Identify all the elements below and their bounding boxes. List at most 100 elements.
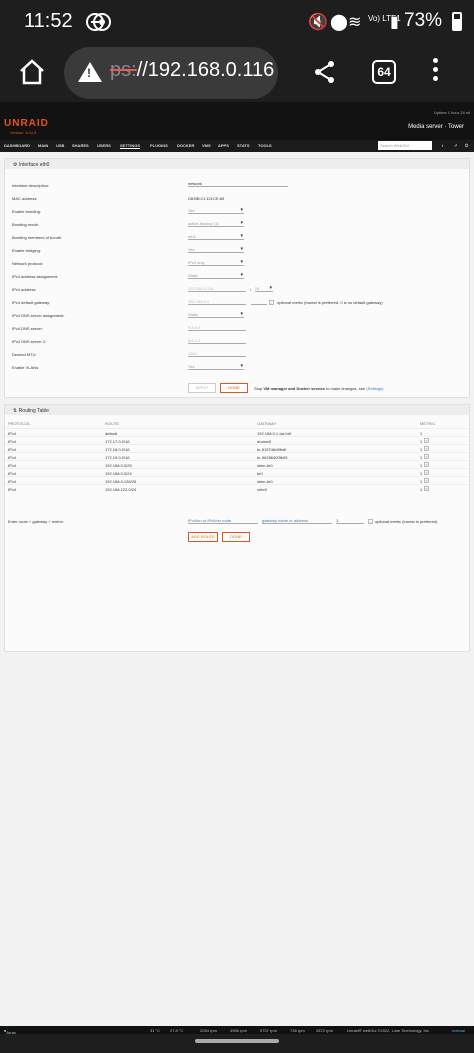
- bonding-select[interactable]: Yes: [188, 207, 244, 214]
- log-icon[interactable]: ↗: [454, 143, 457, 148]
- url-text[interactable]: ps://192.168.0.116: [110, 59, 274, 82]
- add-route-button[interactable]: ADD ROUTE: [188, 532, 218, 542]
- unraid-footer: ■ Array Started 31 °C 27.8 °C 2054 rpm 4…: [0, 1026, 474, 1040]
- label-description: Interface description:: [12, 183, 50, 188]
- clock: 11:52: [24, 10, 73, 32]
- stop-services-note: Stop VM manager and Docker service to ma…: [254, 386, 384, 391]
- table-row: IPv4 172.18.0.0/16 br-515746d9fe6f 1 ✕: [5, 444, 469, 452]
- nav-vms[interactable]: VMS: [202, 143, 211, 148]
- fan-2: 4956 rpm: [230, 1028, 247, 1033]
- row-gateway: virbr0: [257, 487, 268, 492]
- label-dns-assignment: IPv4 DNS server assignment:: [12, 313, 65, 318]
- gateway-metric-input[interactable]: [251, 299, 267, 305]
- fan-5: 2872 rpm: [316, 1028, 333, 1033]
- share-icon[interactable]: [314, 60, 336, 84]
- vlans-select[interactable]: Yes: [188, 363, 244, 370]
- bonding-mode-select[interactable]: active-backup (1): [188, 220, 244, 227]
- server-name: Media server · Tower: [408, 124, 464, 130]
- apply-button[interactable]: APPLY: [188, 383, 216, 393]
- dns-server-2-input[interactable]: 8.8.4.4: [188, 338, 246, 344]
- row-metric: 1: [420, 487, 423, 492]
- table-row: IPv4 192.168.122.0/24 virbr0 1 ✕: [5, 484, 469, 492]
- prefix-select[interactable]: 24: [255, 285, 273, 292]
- power-icon[interactable]: ⏻: [465, 143, 468, 148]
- table-row: IPv4 default 192.168.0.1 via br0 1: [5, 428, 469, 436]
- routing-done-button[interactable]: DONE: [222, 532, 250, 542]
- col-gateway: GATEWAY: [257, 421, 277, 426]
- home-icon[interactable]: [18, 58, 46, 86]
- delete-route-icon[interactable]: ✕: [424, 470, 429, 475]
- info-icon: i: [368, 519, 373, 524]
- nav-settings[interactable]: SETTINGS: [120, 143, 141, 149]
- table-row: IPv4 172.17.0.0/16 docker0 1 ✕: [5, 436, 469, 444]
- routing-title: ⇅ Routing Table: [5, 405, 469, 415]
- table-row: IPv4 192.168.0.0/25 shim-br0 1 ✕: [5, 460, 469, 468]
- label-gateway: IPv4 default gateway:: [12, 300, 51, 305]
- delete-route-icon[interactable]: ✕: [424, 462, 429, 467]
- location-icon: ⬤: [330, 14, 348, 31]
- description-input[interactable]: network: [188, 181, 288, 187]
- label-mac: MAC address:: [12, 196, 38, 201]
- overflow-menu-icon[interactable]: [433, 58, 441, 85]
- settings-link[interactable]: (Settings): [366, 386, 383, 391]
- label-dns-server: IPv4 DNS server:: [12, 326, 43, 331]
- ipv4-address-input[interactable]: 192.168.0.116: [188, 286, 246, 292]
- tab-switcher-button[interactable]: 64: [372, 60, 396, 84]
- web-page: UNRAID Version: 6.11.5 Uptime 1 hour 24 …: [0, 102, 474, 1026]
- label-bonding-mode: Bonding mode:: [12, 222, 39, 227]
- route-metric-input[interactable]: 1: [336, 518, 364, 524]
- mtu-input[interactable]: 1500: [188, 351, 246, 357]
- dns-assignment-select[interactable]: Static: [188, 311, 244, 318]
- temp-cpu: 31 °C: [150, 1028, 161, 1033]
- protocol-select[interactable]: IPv4 only: [188, 259, 244, 266]
- delete-route-icon[interactable]: ✕: [424, 478, 429, 483]
- delete-route-icon[interactable]: ✕: [424, 454, 429, 459]
- gateway-input[interactable]: 192.168.0.1: [188, 299, 246, 305]
- label-bonding: Enable bonding:: [12, 209, 41, 214]
- label-bonding-members: Bonding members of bond0:: [12, 235, 63, 240]
- nav-dashboard[interactable]: DASHBOARD: [4, 143, 30, 148]
- browser-toolbar: ! ps://192.168.0.116 64: [0, 44, 474, 102]
- battery-level: 73%: [404, 10, 443, 31]
- row-route: 192.168.122.0/24: [105, 487, 137, 492]
- route-input[interactable]: IPv4/nn or IPv6/nn route: [188, 518, 258, 524]
- delete-route-icon[interactable]: ✕: [424, 438, 429, 443]
- label-ipv4-address: IPv4 address:: [12, 287, 37, 292]
- delete-route-icon[interactable]: ✕: [424, 486, 429, 491]
- nav-shares[interactable]: SHARES: [72, 143, 89, 148]
- signal-icon: ▮: [390, 14, 399, 31]
- col-metric: METRIC: [420, 421, 436, 426]
- info-icon: i: [269, 300, 274, 305]
- gesture-bar: [0, 1034, 474, 1053]
- nav-usb[interactable]: USB: [56, 143, 64, 148]
- enter-route-label: Enter route + gateway + metric:: [8, 519, 64, 524]
- uptime-label: Uptime 1 hour 24 mi: [433, 110, 470, 115]
- bonding-members-select[interactable]: eth0: [188, 233, 244, 240]
- manual-link[interactable]: manual: [452, 1028, 465, 1033]
- interface-title: ⚙ Interface eth0: [5, 159, 469, 169]
- nav-users[interactable]: USERS: [97, 143, 111, 148]
- nav-docker[interactable]: DOCKER: [177, 143, 194, 148]
- label-ipv4-assignment: IPv4 address assignment:: [12, 274, 59, 279]
- nav-stats[interactable]: STATS: [237, 143, 250, 148]
- delete-route-icon[interactable]: ✕: [424, 446, 429, 451]
- label-dns-server-2: IPv4 DNS server 2:: [12, 339, 47, 344]
- webgui-search-input[interactable]: Search WebGUI: [378, 141, 432, 150]
- temp-mb: 27.8 °C: [170, 1028, 184, 1033]
- nav-apps[interactable]: APPS: [218, 143, 229, 148]
- nav-tools[interactable]: TOOLS: [258, 143, 272, 148]
- dns-server-input[interactable]: 9.9.9.9: [188, 325, 246, 331]
- unraid-logo[interactable]: UNRAID: [4, 118, 49, 129]
- nav-plugins[interactable]: PLUGINS: [150, 143, 168, 148]
- wifi-icon: ≋: [348, 14, 362, 31]
- fan-1: 2054 rpm: [200, 1028, 217, 1033]
- battery-icon: [452, 12, 462, 31]
- slash-label: /: [250, 287, 252, 292]
- info-icon[interactable]: i: [442, 143, 443, 148]
- nav-main[interactable]: MAIN: [38, 143, 48, 148]
- gesture-handle[interactable]: [195, 1039, 279, 1043]
- done-button[interactable]: DONE: [220, 383, 248, 393]
- ipv4-assignment-select[interactable]: Static: [188, 272, 244, 279]
- gateway-address-input[interactable]: gateway name or address: [262, 518, 332, 524]
- bridging-select[interactable]: Yes: [188, 246, 244, 253]
